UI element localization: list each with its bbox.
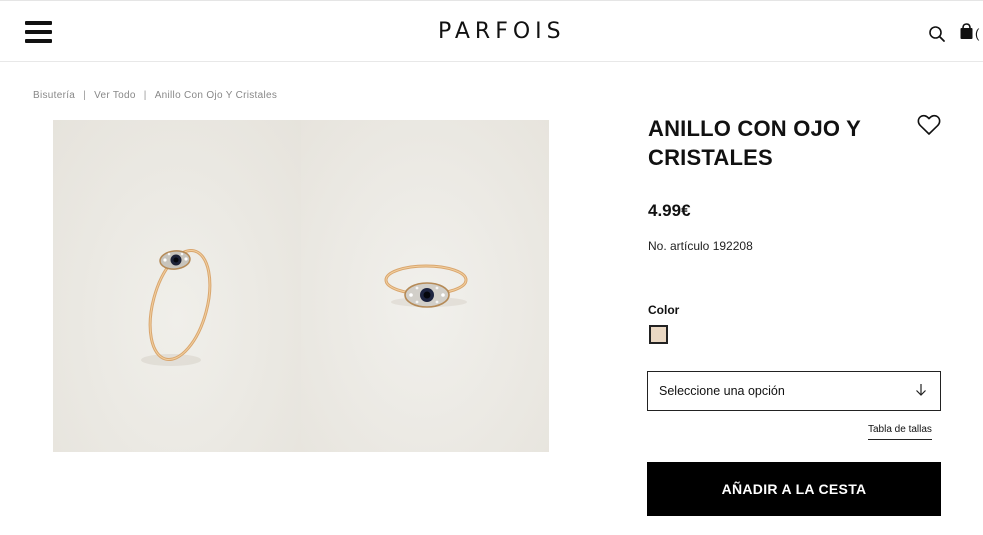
breadcrumb-separator: | — [83, 90, 87, 101]
site-header: PARFOIS ( — [0, 0, 983, 62]
product-title: ANILLO CON OJO Y CRISTALES — [648, 116, 861, 170]
product-sku: No. artículo 192208 — [648, 239, 753, 253]
breadcrumb-item-current[interactable]: Anillo Con Ojo Y Cristales — [155, 90, 277, 101]
breadcrumb: Bisutería | Ver Todo | Anillo Con Ojo Y Cris… — [33, 90, 277, 101]
breadcrumb-separator: | — [143, 90, 147, 101]
shopping-bag-icon[interactable]: ( — [959, 23, 983, 43]
bag-count: ( — [975, 26, 980, 41]
size-select-placeholder: Seleccione una opción — [659, 384, 785, 398]
product-photo-ring-side — [53, 120, 301, 452]
hamburger-menu-icon[interactable] — [25, 21, 52, 45]
add-to-cart-button[interactable]: AÑADIR A LA CESTA — [647, 462, 941, 516]
product-image[interactable] — [53, 120, 549, 452]
color-label: Color — [648, 303, 680, 317]
breadcrumb-item-ver-todo[interactable]: Ver Todo — [94, 90, 136, 101]
size-select[interactable]: Seleccione una opción — [647, 371, 941, 411]
heart-icon[interactable] — [917, 114, 941, 136]
size-guide-link[interactable]: Tabla de tallas — [868, 424, 932, 440]
brand-logo[interactable]: PARFOIS — [438, 19, 570, 45]
product-price: 4.99€ — [648, 201, 691, 220]
search-icon[interactable] — [928, 25, 946, 43]
breadcrumb-item-bisuteria[interactable]: Bisutería — [33, 90, 75, 101]
color-swatch[interactable] — [649, 325, 668, 344]
arrow-down-icon — [914, 382, 928, 398]
product-photo-ring-front — [301, 120, 549, 452]
